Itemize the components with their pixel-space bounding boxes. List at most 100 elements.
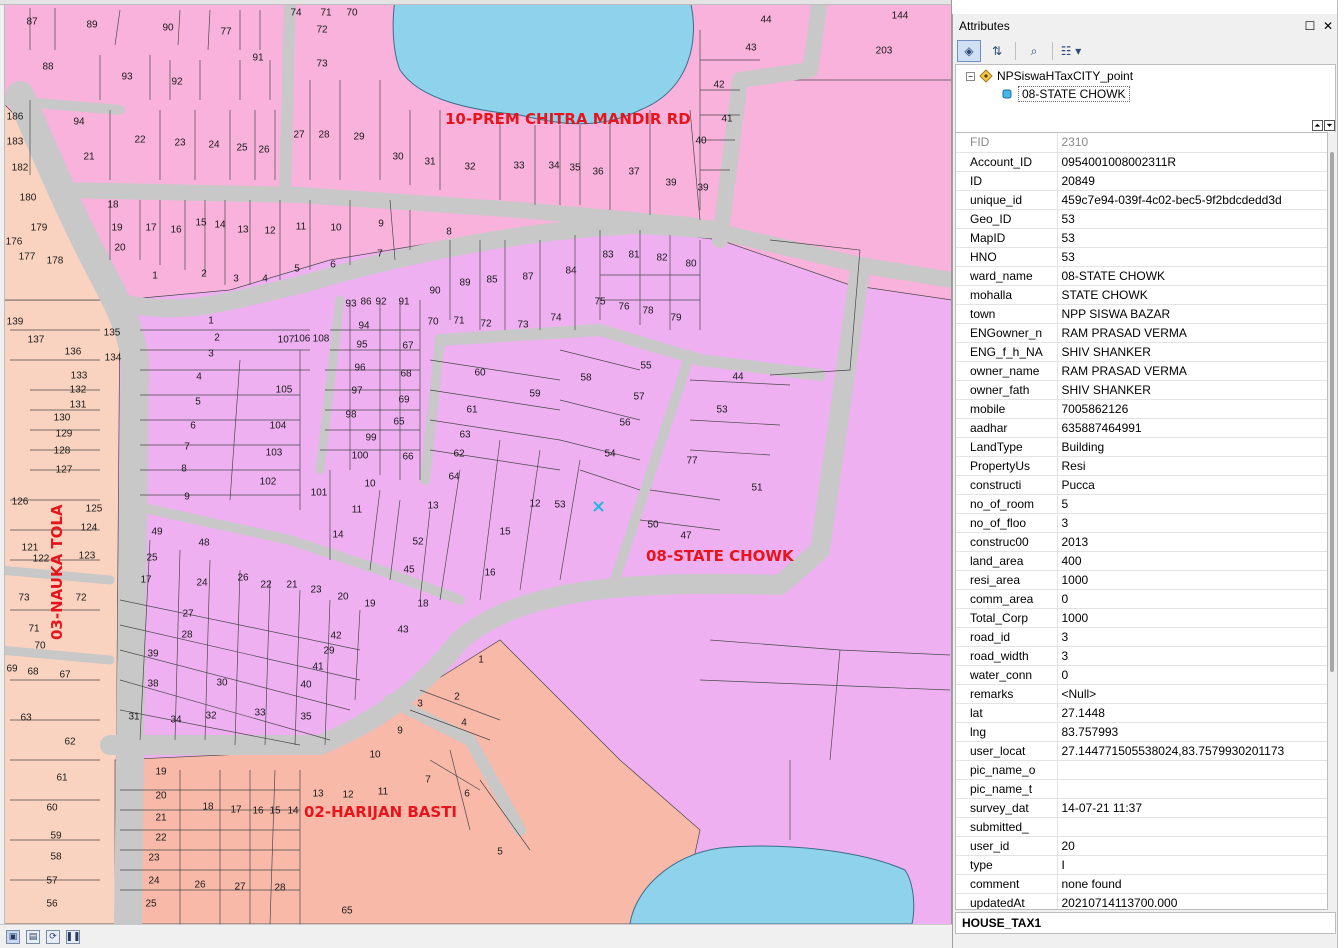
field-value[interactable]: SHIV SHANKER [1057,380,1327,400]
tree-feature-row[interactable]: 08-STATE CHOWK [1000,85,1130,103]
attribute-row[interactable]: Geo_ID 53 [956,209,1327,229]
collapse-icon[interactable]: − [966,71,975,81]
attribute-row[interactable]: resi_area 1000 [956,570,1327,590]
attribute-row[interactable]: Total_Corp 1000 [956,608,1327,628]
attribute-row[interactable]: MapID 53 [956,228,1327,248]
field-value[interactable]: 0 [1057,589,1327,609]
attribute-row[interactable]: comm_area 0 [956,589,1327,609]
field-value[interactable] [1057,779,1327,799]
attribute-row[interactable]: updatedAt 20210714113700.000 [956,893,1327,909]
attribute-row[interactable]: ENGowner_n RAM PRASAD VERMA [956,323,1327,343]
attribute-row[interactable]: road_id 3 [956,627,1327,647]
field-value[interactable] [1057,817,1327,837]
field-value[interactable]: 1000 [1057,608,1327,628]
attribute-row[interactable]: ENG_f_h_NA SHIV SHANKER [956,342,1327,362]
field-value[interactable]: 20210714113700.000 [1057,893,1327,909]
attribute-row[interactable]: lat 27.1448 [956,703,1327,723]
attribute-row[interactable]: owner_fath SHIV SHANKER [956,380,1327,400]
attribute-row[interactable]: mobile 7005862126 [956,399,1327,419]
field-value[interactable]: none found [1057,874,1327,894]
field-value[interactable]: 14-07-21 11:37 [1057,798,1327,818]
attribute-row[interactable]: Account_ID 0954001008002311R [956,152,1327,172]
map-view[interactable]: 87 89 90 77 74 71 70 72 91 73 88 93 92 94 22 23 24 25 26 27… [0,0,952,924]
attribute-row[interactable]: type I [956,855,1327,875]
attribute-row[interactable]: road_width 3 [956,646,1327,666]
field-value[interactable]: 1000 [1057,570,1327,590]
field-value[interactable]: 3 [1057,627,1327,647]
field-value[interactable]: 7005862126 [1057,399,1327,419]
collapse-down-icon[interactable]: ⏷ [1324,120,1335,131]
field-value[interactable]: Building [1057,437,1327,457]
attribute-row[interactable]: no_of_floo 3 [956,513,1327,533]
field-value[interactable]: 3 [1057,646,1327,666]
attribute-row[interactable]: FID 2310 [956,133,1327,153]
field-value[interactable]: 0954001008002311R [1057,152,1327,172]
field-value[interactable]: 2310 [1057,133,1327,153]
field-value[interactable]: <Null> [1057,684,1327,704]
field-value[interactable]: 2013 [1057,532,1327,552]
attribute-row[interactable]: lng 83.757993 [956,722,1327,742]
map-canvas[interactable]: 87 89 90 7774 71 707291738893 929422 23 24 25 2627… [0,0,952,924]
field-value[interactable]: Pucca [1057,475,1327,495]
list-by-layer-icon[interactable]: ◈ [957,40,981,62]
attribute-row[interactable]: pic_name_o [956,760,1327,780]
field-value[interactable]: SHIV SHANKER [1057,342,1327,362]
attribute-row[interactable]: water_conn 0 [956,665,1327,685]
field-value[interactable]: 459c7e94-039f-4c02-bec5-9f2bdcdedd3d [1057,190,1327,210]
attribute-row[interactable]: aadhar 635887464991 [956,418,1327,438]
field-value[interactable]: 635887464991 [1057,418,1327,438]
vertical-scrollbar[interactable] [1328,132,1336,910]
field-value[interactable]: 53 [1057,228,1327,248]
attribute-row[interactable]: unique_id 459c7e94-039f-4c02-bec5-9f2bdcd… [956,190,1327,210]
field-value[interactable]: 83.757993 [1057,722,1327,742]
attribute-row[interactable]: comment none found [956,874,1327,894]
field-value[interactable]: 08-STATE CHOWK [1057,266,1327,286]
field-value[interactable]: STATE CHOWK [1057,285,1327,305]
attribute-row[interactable]: remarks <Null> [956,684,1327,704]
attribute-row[interactable]: PropertyUs Resi [956,456,1327,476]
attribute-row[interactable]: land_area 400 [956,551,1327,571]
attribute-row[interactable]: mohalla STATE CHOWK [956,285,1327,305]
attribute-row[interactable]: constructi Pucca [956,475,1327,495]
attribute-row[interactable]: ward_name 08-STATE CHOWK [956,266,1327,286]
attribute-row[interactable]: user_locat 27.144771505538024,83.75799302… [956,741,1327,761]
field-value[interactable]: 27.144771505538024,83.7579930201173 [1057,741,1327,761]
attribute-row[interactable]: pic_name_t [956,779,1327,799]
field-value[interactable]: 53 [1057,209,1327,229]
attribute-row[interactable]: survey_dat 14-07-21 11:37 [956,798,1327,818]
field-value[interactable]: RAM PRASAD VERMA [1057,323,1327,343]
attribute-row[interactable]: construc00 2013 [956,532,1327,552]
field-value[interactable]: 5 [1057,494,1327,514]
layout-view-icon[interactable]: ▣ [6,929,20,944]
attribute-row[interactable]: LandType Building [956,437,1327,457]
field-value[interactable]: 53 [1057,247,1327,267]
attribute-row[interactable]: ID 20849 [956,171,1327,191]
options-icon[interactable]: ☷ ▾ [1059,40,1083,62]
scrollbar-thumb[interactable] [1330,152,1334,672]
close-icon[interactable]: ✕ [1319,17,1337,35]
field-value[interactable]: NPP SISWA BAZAR [1057,304,1327,324]
data-view-icon[interactable]: ▤ [26,929,40,944]
attribute-row[interactable]: owner_name RAM PRASAD VERMA [956,361,1327,381]
field-value[interactable]: 27.1448 [1057,703,1327,723]
tree-layer-row[interactable]: − NPSiswaHTaxCITY_point [966,67,1133,85]
attribute-row[interactable]: HNO 53 [956,247,1327,267]
attribute-row[interactable]: submitted_ [956,817,1327,837]
field-value[interactable]: 3 [1057,513,1327,533]
field-value[interactable]: Resi [1057,456,1327,476]
field-value[interactable]: 20 [1057,836,1327,856]
identify-icon[interactable]: ⌕ [1022,40,1046,62]
collapse-up-icon[interactable]: ⏶ [1312,120,1323,131]
field-value[interactable]: I [1057,855,1327,875]
refresh-icon[interactable]: ⟳ [46,929,60,944]
attribute-row[interactable]: user_id 20 [956,836,1327,856]
field-value[interactable]: 20849 [1057,171,1327,191]
field-value[interactable] [1057,760,1327,780]
restore-icon[interactable]: ☐ [1301,17,1319,35]
field-value[interactable]: RAM PRASAD VERMA [1057,361,1327,381]
attribute-row[interactable]: no_of_room 5 [956,494,1327,514]
pause-icon[interactable]: ❚❚ [65,929,81,944]
sort-icon[interactable]: ⇅ [985,40,1009,62]
attribute-row[interactable]: town NPP SISWA BAZAR [956,304,1327,324]
field-value[interactable]: 0 [1057,665,1327,685]
